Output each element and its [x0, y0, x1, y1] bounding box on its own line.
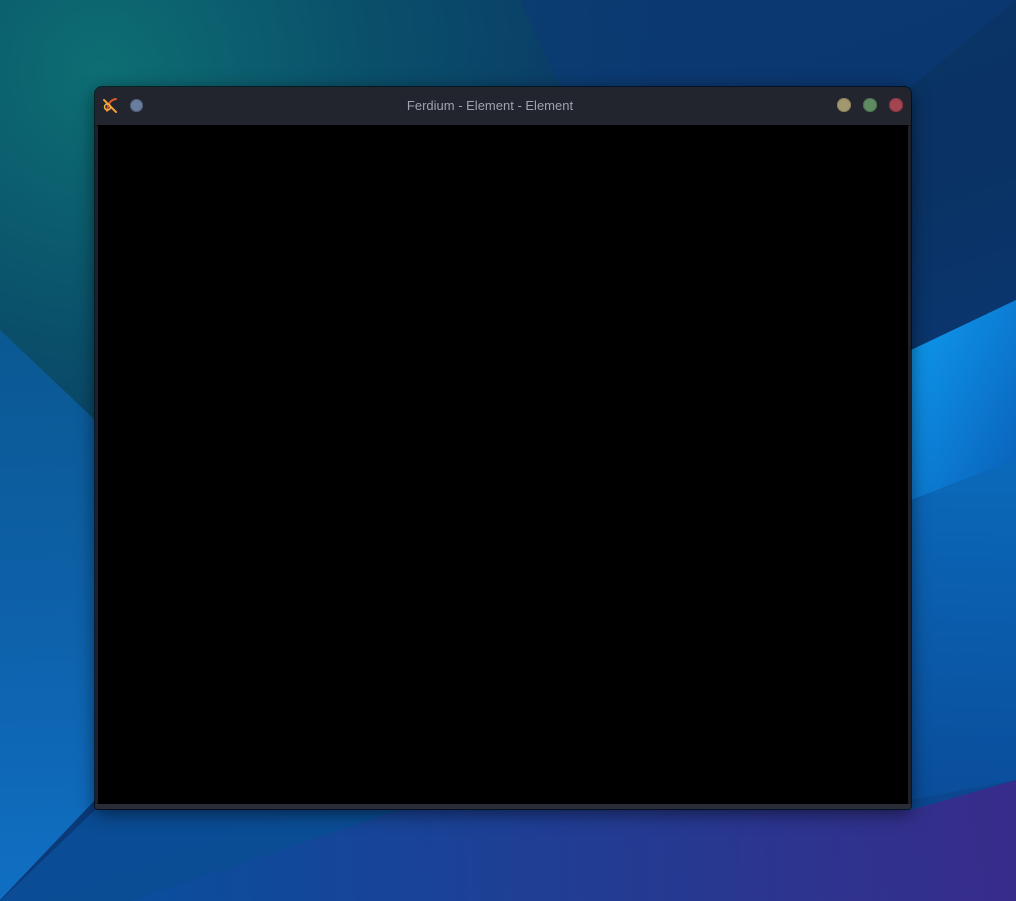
- maximize-circle-icon[interactable]: [863, 98, 877, 112]
- pin-circle-icon[interactable]: [130, 99, 143, 112]
- app-content-area[interactable]: [98, 125, 908, 804]
- ferdium-logo-icon[interactable]: [102, 97, 119, 114]
- app-window[interactable]: Ferdium - Element - Element: [95, 87, 911, 809]
- minimize-circle-icon[interactable]: [837, 98, 851, 112]
- titlebar[interactable]: Ferdium - Element - Element: [95, 87, 911, 126]
- close-circle-icon[interactable]: [889, 98, 903, 112]
- window-bottom-border: [95, 804, 911, 809]
- desktop: Ferdium - Element - Element: [0, 0, 1016, 901]
- window-title: Ferdium - Element - Element: [406, 98, 574, 113]
- ferdium-logo-icon: [103, 98, 117, 113]
